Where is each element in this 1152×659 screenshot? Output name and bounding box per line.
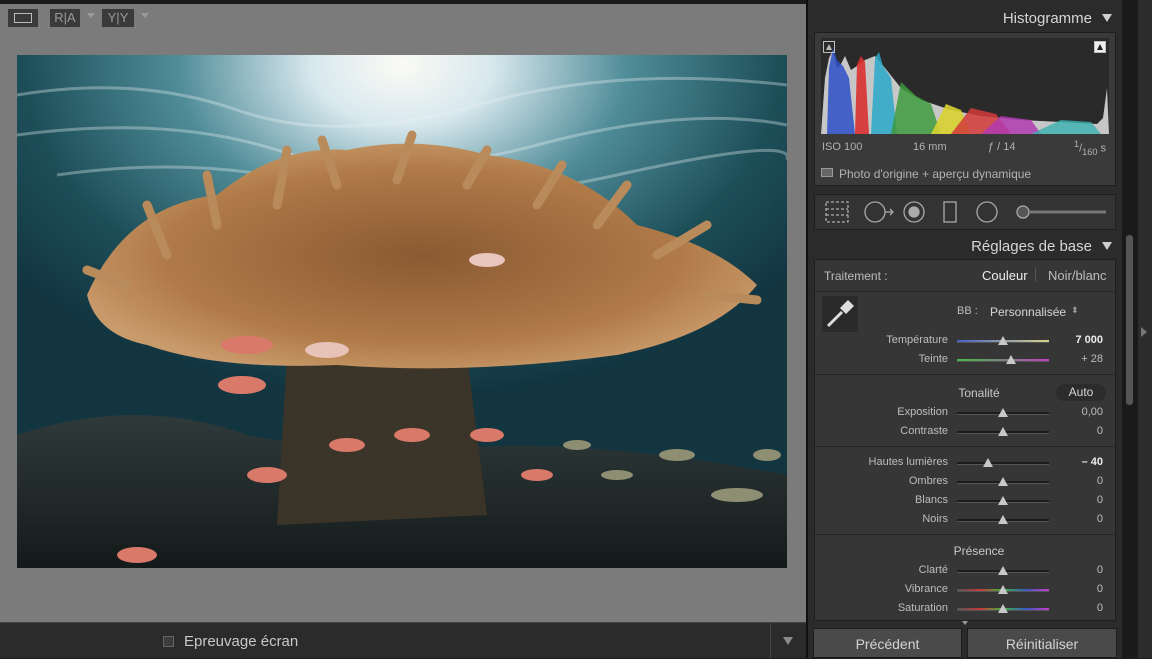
before-after-top-bottom-button[interactable]: Y|Y [101, 8, 135, 28]
vibrance-value[interactable]: 0 [1057, 583, 1103, 595]
iso-value: ISO 100 [822, 141, 863, 153]
tint-value[interactable]: + 28 [1057, 353, 1103, 365]
loupe-view-button[interactable] [7, 8, 39, 28]
whites-label: Blancs [914, 494, 948, 506]
aperture-value: ƒ / 14 [988, 141, 1016, 153]
highlights-slider-thumb[interactable] [983, 458, 993, 467]
divider [815, 291, 1115, 292]
shadows-value[interactable]: 0 [1057, 475, 1103, 487]
temperature-slider-thumb[interactable] [998, 336, 1008, 345]
collapse-basic-icon[interactable] [1102, 242, 1112, 250]
chevron-down-icon[interactable] [87, 13, 95, 18]
exposure-slider-thumb[interactable] [998, 408, 1008, 417]
white-balance-selector-icon[interactable] [822, 296, 858, 332]
adjustment-brush-tool-button[interactable] [1014, 199, 1108, 223]
underwater-coral-photo [17, 55, 787, 568]
shutter-speed: 1/160 s [1074, 139, 1106, 157]
contrast-slider-thumb[interactable] [998, 427, 1008, 436]
chevron-down-icon[interactable] [141, 13, 149, 18]
contrast-value[interactable]: 0 [1057, 425, 1103, 437]
collapse-panel-arrow-icon[interactable] [1141, 327, 1147, 337]
graduated-filter-tool-button[interactable] [940, 199, 960, 223]
presence-section-title: Présence [953, 544, 1005, 558]
wb-preset-select[interactable]: Personnalisée [990, 305, 1066, 319]
focal-length-value: 16 mm [913, 141, 947, 153]
tint-slider-thumb[interactable] [1006, 355, 1016, 364]
highlights-slider[interactable] [957, 462, 1049, 465]
blacks-value[interactable]: 0 [1057, 513, 1103, 525]
whites-slider-thumb[interactable] [998, 496, 1008, 505]
histogram-chart [821, 48, 1109, 134]
previous-settings-button[interactable]: Précédent [813, 628, 962, 658]
highlights-label: Hautes lumières [868, 456, 948, 468]
saturation-value[interactable]: 0 [1057, 602, 1103, 614]
clip-triangle-icon [826, 44, 832, 50]
scrollbar-thumb[interactable] [1126, 235, 1133, 405]
auto-tone-button[interactable]: Auto [1056, 384, 1106, 401]
treatment-color-option[interactable]: Couleur [982, 268, 1028, 283]
vibrance-slider-thumb[interactable] [998, 585, 1008, 594]
radial-filter-tool-button[interactable] [975, 199, 999, 223]
treatment-bw-option[interactable]: Noir/blanc [1048, 268, 1107, 283]
saturation-slider-thumb[interactable] [998, 604, 1008, 613]
toolbar-menu-button[interactable] [770, 622, 806, 658]
highlights-value[interactable]: – 40 [1057, 456, 1103, 468]
contrast-label: Contraste [900, 425, 948, 437]
tint-label: Teinte [918, 353, 948, 365]
treatment-label: Traitement : [824, 269, 888, 283]
temperature-value[interactable]: 7 000 [1057, 334, 1103, 346]
shutter-unit: s [1100, 142, 1107, 155]
spot-removal-tool-button[interactable] [862, 199, 894, 223]
temperature-label: Température [886, 334, 948, 346]
chevron-down-icon [783, 637, 793, 645]
toolbar [0, 622, 806, 658]
collapse-histogram-icon[interactable] [1102, 14, 1112, 22]
scroll-more-icon [962, 621, 968, 625]
blacks-label: Noirs [922, 513, 948, 525]
original-photo-icon[interactable] [821, 168, 833, 177]
soft-proofing-checkbox[interactable] [163, 636, 174, 647]
histogram-title[interactable]: Histogramme [900, 10, 1092, 27]
shadow-clipping-icon[interactable] [823, 41, 835, 53]
soft-proofing-label: Epreuvage écran [184, 633, 299, 650]
vibrance-label: Vibrance [904, 583, 948, 595]
divider [815, 374, 1115, 375]
divider [815, 446, 1115, 447]
clarity-value[interactable]: 0 [1057, 564, 1103, 576]
blacks-slider-thumb[interactable] [998, 515, 1008, 524]
shutter-denominator: 160 [1082, 146, 1098, 157]
red-eye-tool-button[interactable] [902, 199, 926, 223]
exposure-value[interactable]: 0,00 [1057, 406, 1103, 418]
loupe-view-icon [14, 13, 32, 23]
before-after-left-right-button[interactable]: R|A [49, 8, 81, 28]
original-photo-label: Photo d'origine + aperçu dynamique [839, 167, 1032, 181]
whites-value[interactable]: 0 [1057, 494, 1103, 506]
clarity-label: Clarté [918, 564, 948, 576]
crop-tool-button[interactable] [834, 199, 860, 223]
shadows-label: Ombres [908, 475, 948, 487]
saturation-label: Saturation [897, 602, 948, 614]
reset-button[interactable]: Réinitialiser [967, 628, 1117, 658]
basic-panel-title[interactable]: Réglages de base [900, 238, 1092, 255]
shutter-numerator: 1 [1074, 139, 1080, 149]
highlight-clipping-icon[interactable] [1094, 41, 1106, 53]
clip-triangle-icon [1097, 44, 1103, 50]
exposure-label: Exposition [897, 406, 948, 418]
treatment-divider [1035, 268, 1036, 282]
clarity-slider-thumb[interactable] [998, 566, 1008, 575]
select-arrows-icon[interactable]: ⬍ [1071, 305, 1079, 316]
tint-slider[interactable] [957, 359, 1049, 362]
photo-preview[interactable] [17, 55, 787, 568]
shadows-slider-thumb[interactable] [998, 477, 1008, 486]
tone-section-title: Tonalité [958, 386, 1000, 400]
histogram-graph[interactable] [821, 38, 1109, 134]
wb-label: BB : [957, 305, 978, 317]
divider [815, 534, 1115, 535]
